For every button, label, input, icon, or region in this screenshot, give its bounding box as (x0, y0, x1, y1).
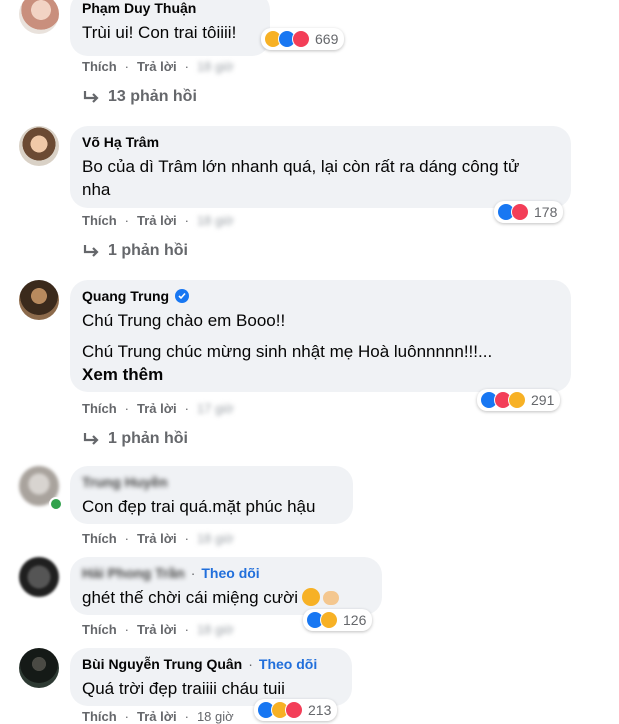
love-icon (511, 203, 529, 221)
verified-badge-icon (175, 289, 190, 303)
commenter-name[interactable]: Bùi Nguyễn Trung Quân · Theo dõi (82, 655, 339, 673)
avatar[interactable] (19, 557, 59, 597)
comment-bubble: Võ Hạ Trâm Bo của dì Trâm lớn nhanh quá,… (70, 126, 571, 208)
comment-text: Quá trời đẹp traiiii cháu tuii (82, 679, 285, 698)
comment-actions: Thích · Trả lời · 17 giờ (82, 401, 234, 416)
haha-icon (508, 391, 526, 409)
reaction-summary[interactable]: 178 (494, 201, 564, 223)
commenter-name[interactable]: Trung Huyền (82, 473, 340, 491)
reply-link[interactable]: Trả lời (137, 401, 177, 416)
commenter-name[interactable]: Phạm Duy Thuận (82, 0, 257, 17)
timestamp[interactable]: 18 giờ (197, 531, 234, 546)
reaction-count: 669 (315, 31, 339, 47)
comment-actions: Thích · Trả lời · 18 giờ (82, 531, 234, 546)
like-link[interactable]: Thích (82, 622, 117, 637)
comment-text: Con đẹp trai quá.mặt phúc hậu (82, 497, 316, 516)
comment-actions: Thích · Trả lời · 18 giờ (82, 59, 234, 74)
timestamp[interactable]: 17 giờ (197, 401, 234, 416)
timestamp[interactable]: 18 giờ (197, 213, 234, 228)
comment-text: Chú Trung chào em Booo!! Chú Trung chúc … (82, 311, 493, 361)
view-replies[interactable]: 1 phản hồi (82, 430, 188, 448)
reply-link[interactable]: Trả lời (137, 59, 177, 74)
reaction-summary[interactable]: 291 (477, 389, 561, 411)
avatar[interactable] (19, 126, 59, 166)
love-icon (285, 701, 303, 719)
comment-text: Bo của dì Trâm lớn nhanh quá, lại còn rấ… (82, 157, 520, 199)
reaction-count: 178 (534, 204, 558, 220)
commenter-name[interactable]: Võ Hạ Trâm (82, 133, 558, 151)
timestamp[interactable]: 18 giờ (197, 709, 234, 724)
reply-link[interactable]: Trả lời (137, 213, 177, 228)
avatar[interactable] (19, 648, 59, 688)
reaction-summary[interactable]: 213 (254, 699, 338, 721)
clapping-hands-icon (323, 591, 340, 605)
view-replies[interactable]: 13 phản hồi (82, 88, 197, 106)
like-link[interactable]: Thích (82, 531, 117, 546)
comment-bubble: Trung Huyền Con đẹp trai quá.mặt phúc hậ… (70, 466, 353, 524)
view-replies[interactable]: 1 phản hồi (82, 242, 188, 260)
comment-actions: Thích · Trả lời · 18 giờ (82, 622, 234, 637)
comment-bubble: Quang Trung Chú Trung chào em Booo!! Chú… (70, 280, 571, 392)
follow-link[interactable]: Theo dõi (201, 564, 259, 582)
reaction-count: 126 (343, 612, 367, 628)
reaction-count: 213 (308, 702, 332, 718)
comment-text: Trùi ui! Con trai tôiiii! (82, 23, 237, 42)
comment-bubble: Bùi Nguyễn Trung Quân · Theo dõi Quá trời… (70, 648, 352, 706)
comment-actions: Thích · Trả lời · 18 giờ (82, 709, 234, 724)
replies-count: 13 phản hồi (108, 88, 197, 105)
reply-link[interactable]: Trả lời (137, 622, 177, 637)
avatar[interactable] (19, 0, 59, 34)
like-link[interactable]: Thích (82, 709, 117, 724)
reaction-summary[interactable]: 126 (303, 609, 373, 631)
comment-actions: Thích · Trả lời · 18 giờ (82, 213, 234, 228)
haha-icon (320, 611, 338, 629)
reaction-summary[interactable]: 669 (261, 28, 345, 50)
timestamp[interactable]: 18 giờ (197, 59, 234, 74)
commenter-name[interactable]: Quang Trung (82, 287, 558, 305)
love-icon (292, 30, 310, 48)
avatar[interactable] (19, 280, 59, 320)
reply-arrow-icon (83, 91, 99, 103)
see-more-link[interactable]: Xem thêm (82, 363, 558, 386)
reaction-count: 291 (531, 392, 555, 408)
commenter-name[interactable]: Hải Phong Trần · Theo dõi (82, 564, 369, 582)
replies-count: 1 phản hồi (108, 430, 188, 447)
comment-bubble: Hải Phong Trần · Theo dõi ghét thế chời c… (70, 557, 382, 615)
follow-link[interactable]: Theo dõi (259, 655, 317, 673)
online-status-icon (49, 497, 63, 511)
like-link[interactable]: Thích (82, 401, 117, 416)
reply-link[interactable]: Trả lời (137, 531, 177, 546)
like-link[interactable]: Thích (82, 59, 117, 74)
laughing-emoji-icon (302, 588, 321, 606)
timestamp[interactable]: 18 giờ (197, 622, 234, 637)
reply-link[interactable]: Trả lời (137, 709, 177, 724)
reply-arrow-icon (83, 433, 99, 445)
comment-text: ghét thế chời cái miệng cười (82, 586, 369, 609)
replies-count: 1 phản hồi (108, 242, 188, 259)
reply-arrow-icon (83, 245, 99, 257)
like-link[interactable]: Thích (82, 213, 117, 228)
comment-bubble: Phạm Duy Thuận Trùi ui! Con trai tôiiii! (70, 0, 270, 56)
